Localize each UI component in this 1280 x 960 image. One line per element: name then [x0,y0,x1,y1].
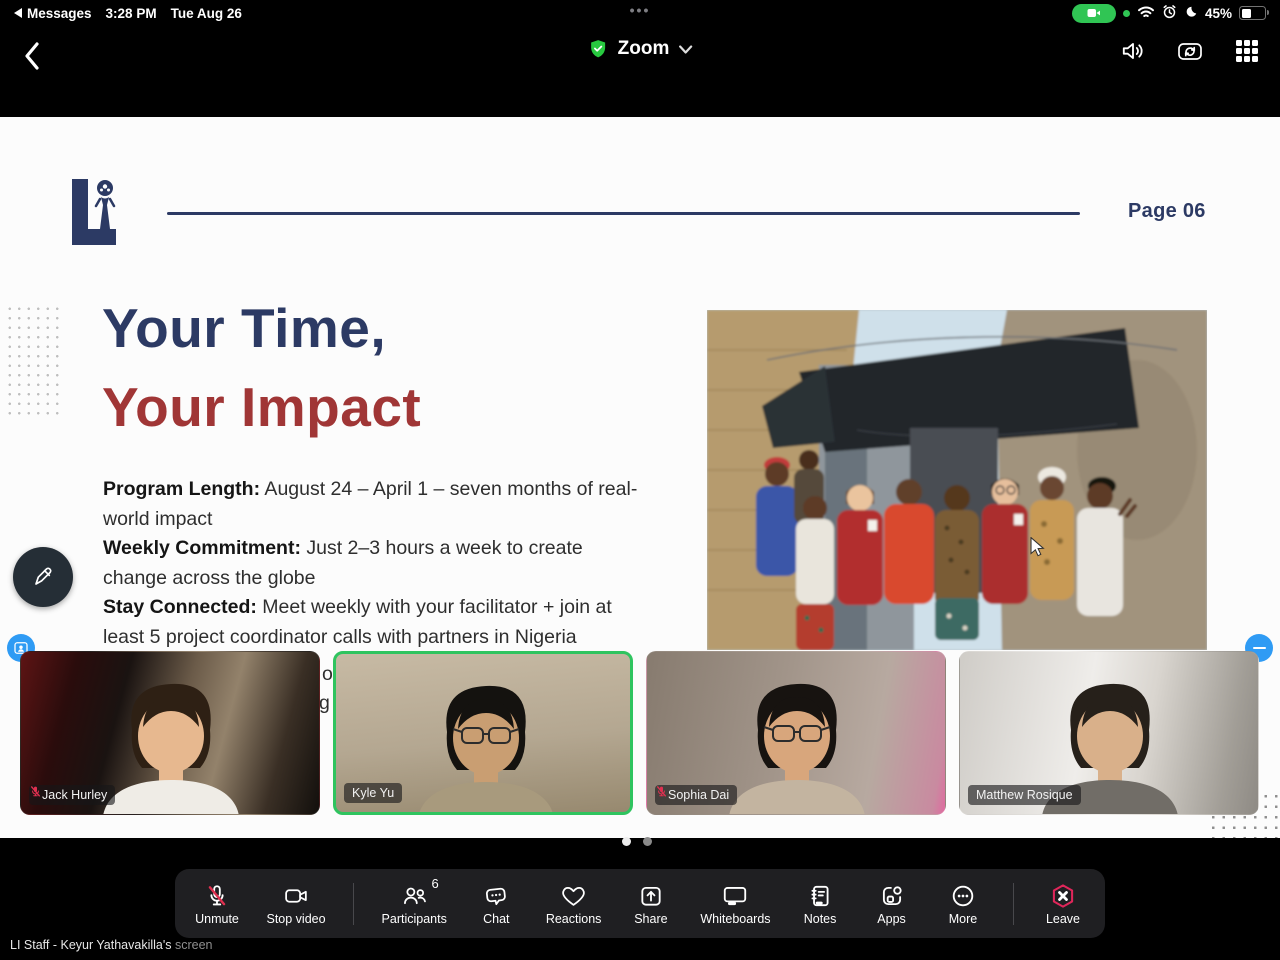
divider-line [167,212,1080,215]
mic-muted-icon [204,882,230,909]
battery-percent: 45% [1204,5,1232,21]
share-button[interactable]: Share [629,882,673,926]
camera-flip-button[interactable] [1177,38,1203,64]
speaker-button[interactable] [1120,38,1146,64]
toolbar-button-label: Chat [483,911,510,926]
toolbar-button-label: Whiteboards [700,911,771,926]
toolbar-button-label: Leave [1045,911,1081,926]
dot-grid-decoration-left [5,304,62,419]
video-page-dots[interactable] [622,837,652,846]
chat-button[interactable]: Chat [474,882,518,926]
toolbar-button-label: Share [634,911,668,926]
meeting-nav-bar: Zoom [0,26,1280,86]
apps-icon [879,882,905,909]
stop-video-button[interactable]: Stop video [266,882,326,926]
wifi-icon [1137,5,1155,22]
more-button[interactable]: More [941,882,985,926]
participant-name-tag: Sophia Dai [655,785,738,805]
participants-count-badge: 6 [431,875,439,891]
participants-icon: 6 [401,876,439,909]
li-logo [70,177,122,252]
screen-share-caption: LI Staff - Keyur Yathavakilla's screen [10,938,213,952]
minus-icon [1252,646,1266,650]
toolbar: Unmute Stop video 6 Participants Chat Reactio… [175,869,1105,938]
page-number: Page 06 [1128,200,1206,222]
multitask-dots[interactable]: ••• [630,2,651,18]
notes-button[interactable]: Notes [798,882,842,926]
apps-grid-button[interactable] [1234,38,1260,64]
back-to-app-button[interactable]: Messages [14,6,92,21]
toolbar-button-label: Notes [803,911,837,926]
participant-name-tag: Jack Hurley [29,785,116,805]
page-dot[interactable] [622,837,631,846]
leave-button[interactable]: Leave [1041,882,1085,926]
pencil-icon [35,567,52,585]
battery-icon [1239,6,1269,20]
participant-name: Matthew Rosique [976,788,1073,802]
meeting-title-dropdown[interactable]: Zoom [588,38,693,60]
toolbar-divider [353,882,355,925]
moon-icon [1184,5,1198,22]
cutoff-text-fragment: g [319,692,330,714]
participant-name-tag: Matthew Rosique [968,785,1081,805]
page-dot[interactable] [643,837,652,846]
back-to-app-label: Messages [27,5,92,21]
heart-icon [560,882,587,909]
leave-icon [1050,882,1076,909]
back-button[interactable] [16,38,48,74]
toolbar-divider [1012,882,1014,925]
sharer-name: LI Staff - Keyur Yathavakilla's [10,938,175,952]
toolbar-button-label: Reactions [545,911,602,926]
slide-title-line1: Your Time, [102,297,387,359]
notes-icon [807,882,833,909]
video-tile-kyle[interactable]: Kyle Yu [333,651,633,815]
apps-button[interactable]: Apps [870,882,914,926]
annotate-button[interactable] [13,547,73,607]
participants-button[interactable]: 6 Participants [381,876,447,926]
whiteboard-icon [721,882,749,909]
toolbar-button-label: More [948,911,978,926]
participant-name: Jack Hurley [42,788,108,802]
clock-date: Tue Aug 26 [170,5,242,21]
video-tile-sophia[interactable]: Sophia Dai [646,651,946,815]
unmute-button[interactable]: Unmute [195,882,239,926]
meeting-title: Zoom [617,38,670,59]
toolbar-button-label: Apps [877,911,906,926]
slide-photo-group [707,310,1207,650]
camera-in-use-pill [1071,3,1116,23]
video-tile-jack[interactable]: Jack Hurley [20,651,320,815]
whiteboards-button[interactable]: Whiteboards [700,882,771,926]
sharer-suffix: screen [174,938,213,952]
mouse-cursor [1030,536,1045,562]
toolbar-button-label: Participants [381,911,447,926]
reactions-button[interactable]: Reactions [545,882,602,926]
slide-title-line2: Your Impact [102,376,422,438]
toolbar-button-label: Stop video [266,911,326,926]
share-icon [638,882,664,909]
slide-body-text: Program Length: August 24 – April 1 – se… [103,478,638,648]
video-tile-matthew[interactable]: Matthew Rosique [959,651,1259,815]
participant-name-tag: Kyle Yu [344,783,403,803]
more-icon [950,882,976,909]
toolbar-button-label: Unmute [195,911,239,926]
shield-check-icon [591,40,606,58]
back-triangle-icon [14,8,22,18]
cutoff-text-fragment: o [322,663,333,685]
mic-active-dot [1122,9,1130,17]
slide-title: Your Time, Your Impact [102,289,421,447]
chevron-down-icon [678,44,692,54]
participant-name: Kyle Yu [352,786,395,800]
alarm-icon [1162,4,1177,22]
participant-name: Sophia Dai [668,788,730,802]
chat-icon [483,882,510,909]
clock-time: 3:28 PM [105,5,157,21]
video-icon [283,882,310,909]
status-bar: Messages 3:28 PM Tue Aug 26 ••• 45% [0,0,1280,26]
